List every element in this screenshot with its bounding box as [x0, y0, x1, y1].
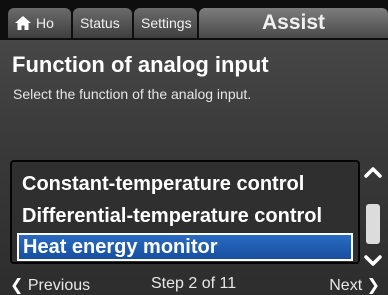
- tab-home[interactable]: Ho: [8, 8, 71, 38]
- home-icon: [15, 15, 31, 30]
- tab-settings-label: Settings: [141, 15, 192, 31]
- option-constant-temperature-control[interactable]: Constant-temperature control: [22, 173, 304, 196]
- tab-status-label: Status: [80, 15, 120, 31]
- chevron-left-icon: ❮: [10, 277, 24, 294]
- tab-assist[interactable]: Assist: [199, 8, 388, 38]
- scrollbar-thumb[interactable]: [366, 204, 380, 244]
- previous-label: Previous: [27, 277, 91, 294]
- page-title: Function of analog input: [12, 52, 269, 77]
- chevron-right-icon: ❯: [366, 277, 380, 294]
- option-differential-temperature-control[interactable]: Differential-temperature control: [22, 205, 322, 228]
- step-indicator: Step 2 of 11: [151, 275, 237, 292]
- function-option-list: Constant-temperature control Differentia…: [10, 160, 360, 264]
- tab-status[interactable]: Status: [73, 8, 132, 38]
- tab-settings[interactable]: Settings: [134, 8, 197, 38]
- assist-panel: Function of analog input Select the func…: [0, 40, 388, 295]
- page-description: Select the function of the analog input.: [13, 86, 252, 102]
- wizard-footer: ❮ Previous Step 2 of 11 Next ❯: [0, 273, 388, 295]
- next-label: Next: [329, 277, 363, 294]
- tab-assist-label: Assist: [261, 11, 326, 34]
- top-tab-bar: Ho Status Settings Assist: [0, 0, 388, 40]
- previous-button[interactable]: ❮ Previous: [10, 275, 90, 295]
- option-heat-energy-monitor[interactable]: Heat energy monitor: [17, 233, 353, 261]
- tab-home-label: Ho: [36, 15, 54, 31]
- chevron-up-icon[interactable]: [363, 164, 383, 180]
- chevron-down-icon[interactable]: [363, 254, 383, 268]
- next-button[interactable]: Next ❯: [329, 275, 380, 295]
